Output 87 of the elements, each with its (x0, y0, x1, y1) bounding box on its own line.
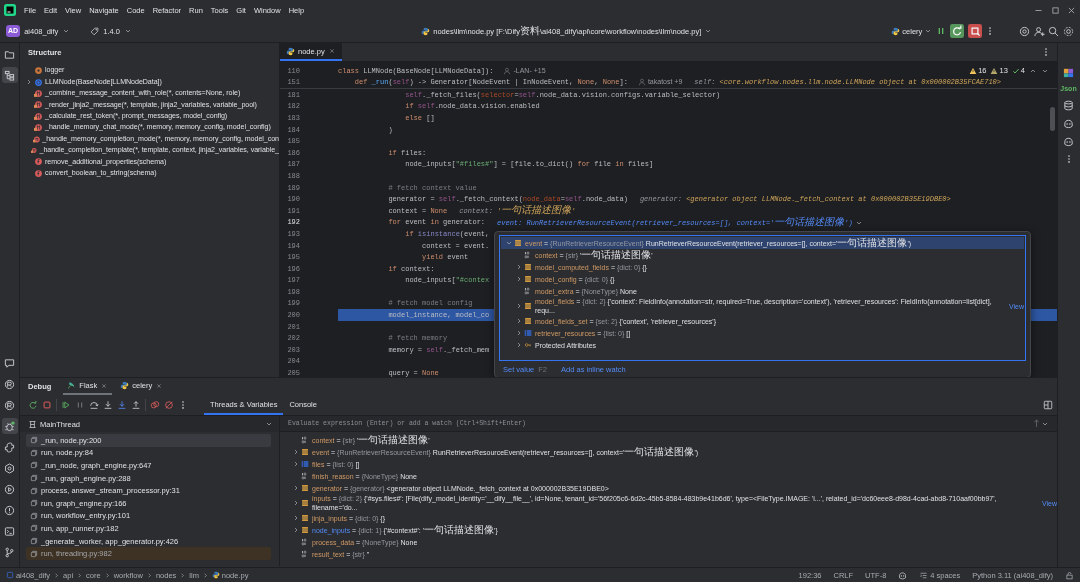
database-icon[interactable] (1063, 100, 1074, 112)
field-icon (301, 514, 309, 522)
chevron-icon (103, 571, 111, 579)
rerun-icon[interactable] (28, 400, 38, 410)
field-icon (524, 263, 532, 271)
field-icon (524, 302, 532, 310)
method-icon (34, 100, 43, 110)
close-icon[interactable] (1067, 5, 1076, 15)
step-out-icon[interactable] (131, 400, 141, 410)
layout-icon[interactable] (1043, 400, 1053, 410)
chevron-icon (179, 571, 187, 579)
search-icon[interactable] (1048, 25, 1060, 37)
caret-icon[interactable] (62, 27, 71, 35)
function-icon (34, 157, 43, 167)
flask-icon (67, 381, 77, 390)
close-icon[interactable] (327, 47, 336, 55)
caret-icon[interactable] (265, 420, 273, 428)
field-icon (524, 275, 532, 283)
field-icon (514, 239, 522, 247)
key-icon (524, 341, 532, 349)
caret-icon[interactable] (924, 27, 933, 35)
plugin-icon[interactable] (1063, 67, 1074, 78)
field-icon (524, 317, 532, 325)
frame-icon (30, 448, 38, 457)
python-icon (211, 571, 220, 579)
frame-icon (30, 486, 38, 495)
pause-icon[interactable] (936, 26, 946, 36)
frame-icon (30, 461, 38, 470)
add-user-icon[interactable] (1033, 25, 1045, 37)
class-icon (34, 77, 43, 87)
warning-icon (990, 66, 999, 75)
scrollbar-thumb[interactable] (1050, 107, 1055, 131)
close-icon[interactable] (100, 381, 109, 390)
thread-icon (28, 419, 37, 429)
method-icon (34, 123, 43, 133)
field-icon (301, 484, 309, 492)
step-into-icon[interactable] (117, 400, 127, 410)
step-over-icon[interactable] (89, 400, 99, 410)
stop-icon[interactable] (42, 400, 52, 410)
list-icon (301, 460, 309, 468)
list-icon (524, 329, 532, 337)
variable-icon (34, 66, 43, 76)
step-into-icon[interactable] (103, 400, 113, 410)
lock-icon[interactable] (1065, 570, 1074, 580)
frame-icon (30, 499, 38, 508)
frame-icon (30, 549, 38, 558)
collapse-icon[interactable] (504, 239, 513, 247)
frame-icon (30, 537, 38, 546)
check-icon (1011, 66, 1020, 75)
caret-icon[interactable] (124, 27, 132, 35)
person-icon (637, 78, 646, 87)
resume-icon[interactable] (61, 400, 71, 410)
person-icon (503, 66, 512, 75)
chevron-icon (76, 571, 84, 579)
pause-icon[interactable] (75, 400, 85, 410)
python-icon (120, 381, 130, 390)
field-icon (301, 499, 309, 507)
frame-icon (30, 511, 38, 520)
frame-icon (30, 524, 38, 533)
maximize-icon[interactable] (1050, 5, 1060, 15)
method-icon (34, 88, 43, 98)
method-icon (34, 111, 43, 121)
function-icon (34, 168, 43, 178)
indent-icon (919, 570, 929, 580)
python-icon (286, 46, 295, 56)
close-icon[interactable] (155, 381, 164, 390)
field-icon (301, 448, 309, 456)
caret-icon[interactable] (704, 27, 713, 35)
frame-icon (30, 436, 38, 445)
rerun-button[interactable] (949, 24, 964, 38)
module-icon (6, 571, 14, 579)
tag-icon (90, 26, 100, 36)
chevron-icon (201, 571, 209, 579)
settings-icon[interactable] (1063, 25, 1074, 37)
frame-icon (30, 474, 38, 483)
field-icon (301, 526, 309, 534)
mute-breakpoints-icon[interactable] (164, 400, 174, 410)
chevron-icon (145, 571, 153, 579)
expand-icon[interactable] (25, 78, 33, 87)
python-icon (421, 26, 431, 36)
python-icon (891, 26, 901, 36)
stop-button[interactable] (967, 24, 982, 38)
app-logo (4, 4, 16, 16)
breakpoints-icon[interactable] (150, 400, 160, 410)
warning-icon (969, 66, 978, 75)
chevron-icon (53, 571, 61, 579)
method-icon (32, 134, 41, 144)
